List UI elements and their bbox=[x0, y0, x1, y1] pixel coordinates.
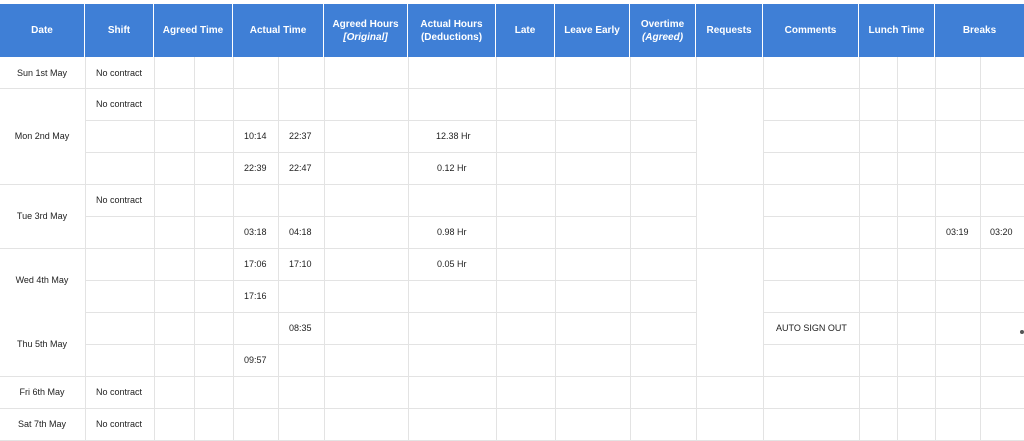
subrow-divider bbox=[85, 120, 696, 121]
header-agreed-hours-sub: [Original] bbox=[343, 31, 388, 43]
date-cell-thu: Thu 5th May bbox=[16, 339, 68, 349]
grid-line bbox=[763, 57, 764, 441]
subrow-divider bbox=[85, 216, 696, 217]
break-end: 03:20 bbox=[990, 227, 1013, 237]
grid-line bbox=[555, 57, 556, 441]
grid-line bbox=[85, 57, 86, 441]
header-actual-hours-sub: (Deductions) bbox=[420, 31, 483, 43]
header-agreed-time[interactable]: Agreed Time bbox=[154, 4, 233, 57]
actual-time-in: 17:16 bbox=[244, 291, 267, 301]
scroll-indicator[interactable] bbox=[1020, 330, 1024, 334]
actual-hours-value: 0.05 Hr bbox=[437, 259, 467, 269]
shift-cell: No contract bbox=[96, 68, 143, 78]
shift-cell: No contract bbox=[96, 387, 143, 397]
subrow-divider bbox=[763, 344, 1024, 345]
header-actual-time[interactable]: Actual Time bbox=[233, 4, 324, 57]
date-cell-fri: Fri 6th May bbox=[19, 387, 65, 397]
header-date[interactable]: Date bbox=[0, 4, 85, 57]
header-breaks[interactable]: Breaks bbox=[935, 4, 1024, 57]
grid-line bbox=[859, 57, 860, 441]
actual-time-out: 17:10 bbox=[289, 259, 312, 269]
table-header: Date Shift Agreed Time Actual Time Agree… bbox=[0, 4, 1024, 57]
grid-line bbox=[324, 57, 325, 441]
actual-time-in: 03:18 bbox=[244, 227, 267, 237]
grid-line bbox=[630, 57, 631, 441]
header-shift[interactable]: Shift bbox=[85, 4, 154, 57]
date-cell-sat: Sat 7th May bbox=[17, 419, 67, 429]
row-divider bbox=[0, 408, 1024, 409]
actual-time-in: 17:06 bbox=[244, 259, 267, 269]
grid-line bbox=[154, 57, 155, 441]
actual-time-out: 22:47 bbox=[289, 163, 312, 173]
grid-line bbox=[408, 57, 409, 441]
grid-line bbox=[194, 57, 195, 441]
header-requests[interactable]: Requests bbox=[696, 4, 763, 57]
grid-line bbox=[897, 57, 898, 441]
grid-line bbox=[980, 57, 981, 441]
header-overtime-sub: (Agreed) bbox=[641, 31, 684, 43]
shift-cell: No contract bbox=[96, 99, 143, 109]
actual-hours-value: 12.38 Hr bbox=[436, 131, 471, 141]
row-divider bbox=[0, 376, 1024, 377]
subrow-divider bbox=[85, 312, 696, 313]
actual-time-out: 04:18 bbox=[289, 227, 312, 237]
shift-cell: No contract bbox=[96, 419, 143, 429]
grid-line bbox=[696, 57, 697, 441]
header-comments[interactable]: Comments bbox=[763, 4, 859, 57]
actual-time-out: 22:37 bbox=[289, 131, 312, 141]
grid-line bbox=[496, 57, 497, 441]
actual-time-in: 10:14 bbox=[244, 131, 267, 141]
row-divider bbox=[0, 248, 1024, 249]
header-lunch-time[interactable]: Lunch Time bbox=[859, 4, 935, 57]
subrow-divider bbox=[763, 216, 1024, 217]
header-agreed-hours[interactable]: Agreed Hours [Original] bbox=[324, 4, 408, 57]
break-start: 03:19 bbox=[946, 227, 969, 237]
subrow-divider bbox=[763, 280, 1024, 281]
subrow-divider bbox=[85, 280, 696, 281]
grid-line bbox=[278, 57, 279, 441]
subrow-divider bbox=[763, 152, 1024, 153]
date-cell-wed: Wed 4th May bbox=[15, 275, 69, 285]
subrow-divider bbox=[763, 312, 1024, 313]
date-cell-mon: Mon 2nd May bbox=[14, 131, 70, 141]
header-leave-early[interactable]: Leave Early bbox=[555, 4, 630, 57]
subrow-divider bbox=[763, 120, 1024, 121]
header-actual-hours[interactable]: Actual Hours (Deductions) bbox=[408, 4, 496, 57]
actual-hours-value: 0.98 Hr bbox=[437, 227, 467, 237]
grid-line bbox=[233, 57, 234, 441]
actual-time-in: 22:39 bbox=[244, 163, 267, 173]
actual-time-out: 08:35 bbox=[289, 323, 312, 333]
header-overtime[interactable]: Overtime (Agreed) bbox=[630, 4, 696, 57]
actual-time-in: 09:57 bbox=[244, 355, 267, 365]
row-divider bbox=[0, 184, 1024, 185]
header-late[interactable]: Late bbox=[496, 4, 555, 57]
shift-cell: No contract bbox=[96, 195, 143, 205]
date-cell-sun: Sun 1st May bbox=[16, 68, 68, 78]
row-divider bbox=[0, 88, 1024, 89]
actual-hours-value: 0.12 Hr bbox=[437, 163, 467, 173]
date-cell-tue: Tue 3rd May bbox=[16, 211, 68, 221]
comment-cell: AUTO SIGN OUT bbox=[776, 323, 847, 333]
grid-line bbox=[935, 57, 936, 441]
subrow-divider bbox=[85, 152, 696, 153]
subrow-divider bbox=[85, 344, 696, 345]
